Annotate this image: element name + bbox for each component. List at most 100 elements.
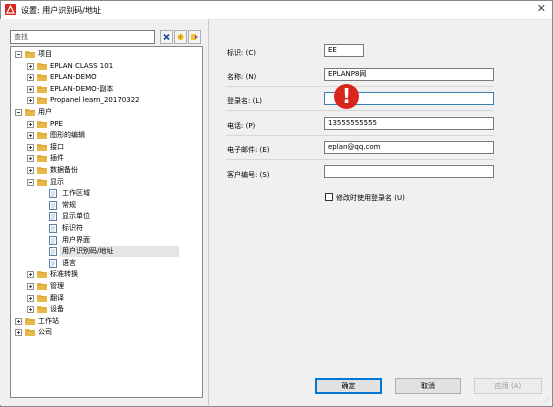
add-setting-button[interactable]: [174, 30, 187, 44]
tree-item-label: 标识符: [62, 224, 83, 232]
tree-item[interactable]: 显示: [11, 177, 200, 188]
tree-item-label: PPE: [50, 119, 63, 128]
clear-filter-button[interactable]: [160, 30, 173, 44]
tree-item-label: 显示单位: [62, 212, 90, 221]
navigate-button[interactable]: [188, 30, 201, 44]
name-input[interactable]: EPLANP8网: [324, 68, 494, 81]
tree-item-label: 语言: [62, 258, 76, 267]
tree-item[interactable]: 设备: [11, 304, 200, 315]
close-button[interactable]: ✕: [537, 3, 546, 15]
pane-divider[interactable]: [208, 19, 209, 405]
tree-item[interactable]: 接口: [11, 142, 200, 153]
tree-item[interactable]: EPLAN CLASS 101: [11, 61, 200, 72]
tree-item-label: 设备: [50, 305, 64, 314]
warning-glyph: !: [341, 84, 352, 108]
folder-icon: [37, 120, 47, 128]
tree-item-label: EPLAN-DEMO: [50, 73, 97, 82]
expand-icon[interactable]: [15, 317, 22, 325]
name-label: 名称: (N): [227, 73, 257, 81]
tree-item-label: 公司: [38, 328, 52, 337]
tree-item[interactable]: 项目: [11, 49, 200, 60]
resize-grip[interactable]: ⋰: [543, 396, 550, 404]
customer-input[interactable]: [324, 165, 494, 178]
settings-page-icon: [49, 200, 57, 210]
expand-icon[interactable]: [27, 155, 34, 163]
tree-item[interactable]: Propanel learn_20170322: [11, 95, 200, 106]
eplan-app-icon: [5, 4, 16, 15]
tree-item[interactable]: 标准转换: [11, 269, 200, 280]
tree-item[interactable]: PPE: [11, 119, 200, 130]
email-input[interactable]: eplan@qq.com: [324, 141, 494, 154]
folder-icon: [37, 97, 47, 105]
collapse-icon[interactable]: [15, 109, 22, 116]
tree-item-label: 显示: [50, 177, 64, 186]
tree-item[interactable]: 管理: [11, 281, 200, 292]
identifier-input[interactable]: EE: [324, 44, 364, 57]
identifier-label: 标识: (C): [227, 49, 256, 57]
expand-icon[interactable]: [15, 329, 22, 337]
tree-item[interactable]: 用户识别码/地址: [49, 246, 179, 258]
tree-item-label: EPLAN CLASS 101: [50, 61, 114, 70]
clear-x-icon: [163, 33, 170, 41]
expand-icon[interactable]: [27, 167, 34, 174]
folder-icon: [37, 167, 47, 174]
folder-icon: [25, 51, 35, 58]
settings-tree[interactable]: 项目 EPLAN CLASS 101 EPLAN-DEMO EPLAN-DEMO-副本…: [10, 46, 203, 398]
tree-item[interactable]: EPLAN-DEMO: [11, 72, 200, 83]
search-input[interactable]: 查找: [10, 30, 155, 44]
folder-icon: [37, 62, 47, 70]
window-title: 设置: 用户识别码/地址: [21, 6, 101, 15]
tree-item[interactable]: 翻译: [11, 293, 200, 304]
folder-icon: [25, 329, 35, 337]
expand-icon[interactable]: [27, 74, 34, 82]
tree-item[interactable]: 公司: [11, 327, 200, 338]
email-label: 电子邮件: (E): [227, 146, 270, 154]
expand-icon[interactable]: [27, 294, 34, 302]
use-login-checkbox[interactable]: [325, 193, 333, 201]
tree-item[interactable]: 插件: [11, 153, 200, 164]
tree-item[interactable]: 数据备份: [11, 165, 200, 176]
folder-icon: [37, 178, 47, 186]
collapse-icon[interactable]: [15, 51, 22, 58]
tree-item[interactable]: EPLAN-DEMO-副本: [11, 84, 200, 95]
tree-item-label: 标准转换: [50, 270, 78, 279]
folder-icon: [37, 306, 47, 314]
tree-item[interactable]: 用户: [11, 107, 200, 118]
cancel-button[interactable]: 取消: [395, 378, 461, 394]
folder-icon: [37, 294, 47, 302]
tree-item[interactable]: 常规: [11, 200, 200, 211]
expand-icon[interactable]: [27, 143, 34, 151]
expand-icon[interactable]: [27, 132, 34, 140]
folder-icon: [37, 132, 47, 140]
phone-input[interactable]: 13555555555: [324, 117, 494, 130]
folder-icon: [37, 155, 47, 163]
ok-button[interactable]: 确定: [315, 378, 382, 394]
tree-item[interactable]: 语言: [11, 258, 200, 269]
tree-item[interactable]: 显示单位: [11, 211, 200, 222]
expand-icon[interactable]: [27, 120, 34, 128]
expand-icon[interactable]: [27, 306, 34, 314]
separator: [226, 159, 494, 160]
tree-item-label: 数据备份: [50, 166, 78, 174]
expand-icon[interactable]: [27, 97, 34, 105]
login-label: 登录名: (L): [227, 97, 262, 105]
search-placeholder: 查找: [14, 33, 28, 41]
tree-item[interactable]: 用户界面: [11, 235, 200, 246]
tree-item[interactable]: 工作区域: [11, 188, 200, 199]
apply-button[interactable]: 应用 (A): [474, 378, 542, 394]
tree-item-label: 项目: [38, 50, 52, 58]
expand-icon[interactable]: [27, 283, 34, 290]
tree-item[interactable]: 标识符: [11, 223, 200, 234]
tree-item[interactable]: 工作站: [11, 316, 200, 327]
tree-item-label: Propanel learn_20170322: [50, 96, 140, 105]
use-login-checkbox-label[interactable]: 修改时使用登录名 (U): [336, 193, 405, 203]
tree-item[interactable]: 图形的编辑: [11, 130, 200, 141]
tree-item-label: 常规: [62, 200, 76, 209]
folder-icon: [37, 271, 47, 279]
collapse-icon[interactable]: [27, 178, 34, 186]
settings-page-icon: [49, 247, 57, 257]
expand-icon[interactable]: [27, 85, 34, 93]
folder-icon: [37, 85, 47, 93]
expand-icon[interactable]: [27, 271, 34, 279]
expand-icon[interactable]: [27, 62, 34, 70]
